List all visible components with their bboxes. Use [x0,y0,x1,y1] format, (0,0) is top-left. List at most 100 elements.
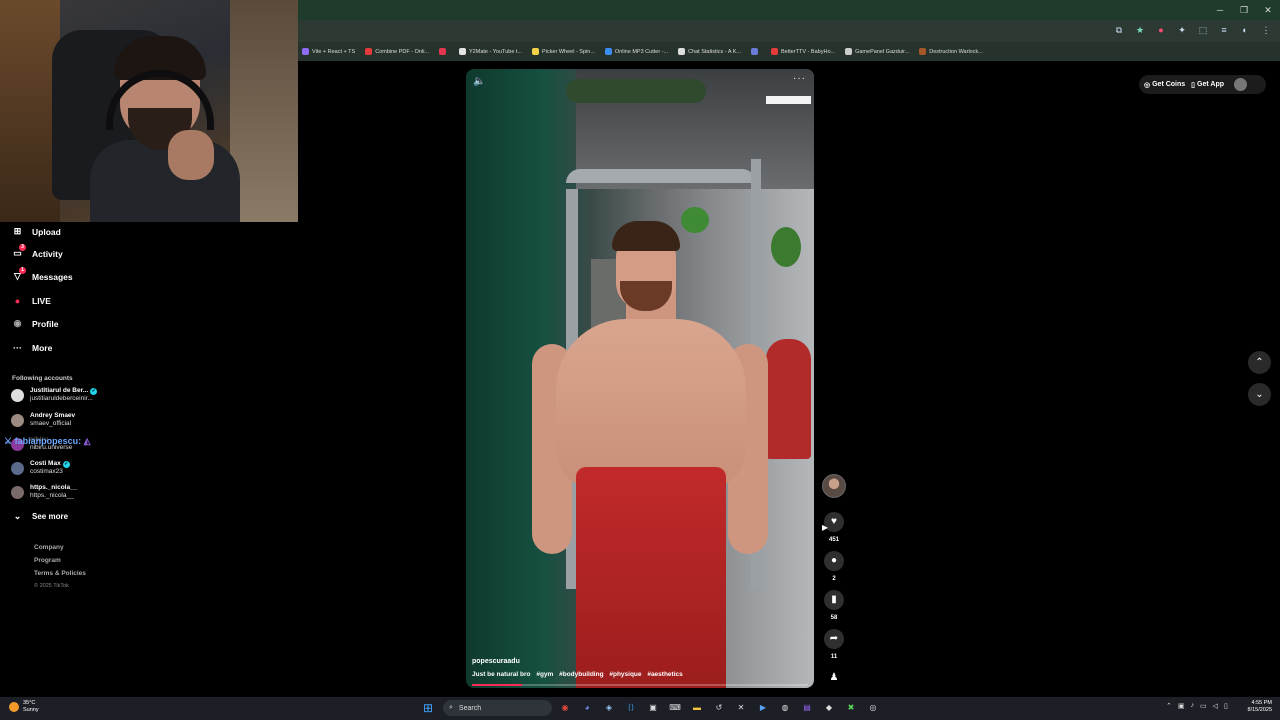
bookmark-star-icon[interactable]: ★ [1134,24,1146,36]
bookmark-item[interactable]: Online MP3 Cutter -... [604,48,668,55]
previous-video-button[interactable]: ⌃ [1248,351,1271,374]
profile-avatar-icon: ◉ [13,318,22,328]
sidebar: ⊞ Upload ▭ 3 Activity ▽ 1 Messages ● LIVE … [0,222,298,698]
bookmark-item[interactable]: Chat Statistics - A K... [678,48,741,55]
get-coins-label: Get Coins [1152,81,1186,88]
account-name: Costi Max [30,460,61,467]
twitch-icon[interactable]: ▤ [800,701,814,715]
microphone-icon[interactable]: ♪ [1191,702,1195,710]
footer-link-terms[interactable]: Terms & Policies [34,570,86,577]
extensions-puzzle-icon[interactable]: ⬚ [1197,24,1209,36]
steam-icon[interactable]: ◈ [602,701,616,715]
sidebar-item-activity[interactable]: ▭ 3 Activity [11,244,63,260]
hashtag-link[interactable]: #bodybuilding [559,671,603,678]
video-progress-bar[interactable] [472,684,808,686]
bookmark-label: Combine PDF - Onli... [375,48,430,55]
bookmark-label: Y2Mate - YouTube t... [469,48,523,55]
bookmark-favicon-icon [365,48,373,55]
extension-icon[interactable]: ● [1155,24,1167,36]
obs-icon[interactable]: ◎ [866,701,880,715]
hashtag-link[interactable]: #physique [609,671,641,678]
app-icon[interactable]: ◆ [822,701,836,715]
app-icon[interactable]: ▣ [646,701,660,715]
xbox-icon[interactable]: ✖ [844,701,858,715]
hashtag-link[interactable]: #aesthetics [647,671,682,678]
account-handle: https._nicola__ [30,492,74,499]
footer-link-company[interactable]: Company [34,544,64,551]
bookmark-item[interactable]: Picker Wheel - Spin... [532,48,595,55]
network-icon[interactable]: ▭ [1200,702,1207,710]
restore-button[interactable]: ❐ [1232,0,1256,20]
following-account[interactable]: Andrey Smaev smaev_official [11,412,75,428]
menu-icon[interactable]: ≡ [1218,24,1230,36]
app-icon[interactable]: ▶ [756,701,770,715]
app-icon[interactable]: ⌨ [668,701,682,715]
following-accounts-heading: Following accounts [12,375,73,382]
bookmark-item[interactable] [750,48,761,55]
bookmark-item[interactable]: Y2Mate - YouTube t... [459,48,522,55]
bookmark-item[interactable]: BetterTTV - BabyHo... [770,48,835,55]
clock[interactable]: 4:55 PM 8/15/2025 [1240,700,1272,714]
close-button[interactable]: ✕ [1256,0,1280,20]
install-app-icon[interactable]: ⧉ [1113,24,1125,36]
bookmark-item[interactable] [439,48,449,55]
bookmark-item[interactable]: GamePanel Gazduir... [845,48,909,55]
sound-disc-button[interactable]: ♟ [824,668,844,688]
next-video-button[interactable]: ⌄ [1248,383,1271,406]
address-bar[interactable]: ⧉ ★ ● ✦ ⬚ ≡ ◐ ⋮ [298,20,1280,42]
following-account[interactable]: Costi Max ✓ costimax23 [11,460,70,476]
get-app-button[interactable]: ▯ Get App [1191,81,1224,89]
save-button[interactable]: ▮ [824,590,844,610]
phone-icon: ▯ [1191,81,1196,89]
bookmark-item[interactable]: Vite + React + TS [302,48,355,55]
tray-app-icon[interactable]: ▣ [1178,702,1185,710]
footer-link-program[interactable]: Program [34,557,61,564]
user-avatar[interactable] [1234,78,1247,91]
translate-icon[interactable]: ✦ [1176,24,1188,36]
sidebar-item-live[interactable]: ● LIVE [11,294,51,307]
battery-icon[interactable]: ▯ [1224,702,1228,710]
app-icon[interactable]: ✕ [734,701,748,715]
video-scene-light [766,96,811,104]
volume-icon[interactable]: 🔈 [473,76,485,87]
taskbar-search[interactable]: ⌕ Search [443,700,552,716]
sidebar-item-profile[interactable]: ◉ Profile [11,317,59,330]
search-label: Search [458,704,482,712]
sidebar-item-upload[interactable]: ⊞ Upload [11,225,61,238]
music-disc-icon: ♟ [829,672,839,683]
creator-avatar[interactable] [822,474,846,498]
video-username[interactable]: popescuraadu [472,658,520,665]
github-icon[interactable]: ◍ [778,701,792,715]
tray-chevron-icon[interactable]: ⌃ [1166,702,1172,710]
following-account[interactable]: Justitiarul de Ber... ✓ justitiaruldeberc… [11,387,98,403]
share-button[interactable]: ➦ [824,629,844,649]
hashtag-link[interactable]: #gym [536,671,553,678]
chat-sword-icon: ⚔ [4,436,15,446]
get-coins-button[interactable]: ◎ Get Coins [1144,81,1185,89]
video-player[interactable]: 🔈 ··· popescuraadu Just be natural bro #… [466,69,814,688]
bookmark-favicon-icon [770,48,778,55]
vscode-icon[interactable]: ⟨⟩ [624,701,638,715]
app-icon[interactable]: ↺ [712,701,726,715]
profile-icon[interactable]: ◐ [1239,24,1251,36]
more-vert-icon[interactable]: ⋮ [1260,24,1272,36]
comment-button[interactable]: ● [824,551,844,571]
sidebar-item-messages[interactable]: ▽ 1 Messages [11,267,73,283]
minimize-button[interactable]: ─ [1208,0,1232,20]
bookmark-item[interactable]: Destruction Warlock... [919,48,983,55]
file-explorer-icon[interactable]: ▬ [690,701,704,715]
volume-tray-icon[interactable]: ◁ [1213,702,1218,710]
discord-icon[interactable]: ◕ [580,701,594,715]
windows-start-icon[interactable]: ⊞ [423,701,437,715]
share-count: 11 [830,654,838,660]
sidebar-item-more[interactable]: ··· More [11,341,52,354]
bookmark-item[interactable]: Combine PDF - Onli... [365,48,429,55]
following-account[interactable]: https._nicola__ https._nicola__ [11,484,77,500]
more-options-icon[interactable]: ··· [793,73,806,84]
more-dots-icon: ··· [13,342,22,353]
taskbar-apps: ◉ ◕ ◈ ⟨⟩ ▣ ⌨ ▬ ↺ ✕ ▶ ◍ ▤ ◆ ✖ ◎ [558,701,880,715]
weather-widget[interactable]: 35°C Sunny [9,700,39,714]
see-more-button[interactable]: ⌄ See more [11,510,68,523]
chrome-icon[interactable]: ◉ [558,701,572,715]
chevron-down-icon: ⌄ [1255,389,1264,400]
